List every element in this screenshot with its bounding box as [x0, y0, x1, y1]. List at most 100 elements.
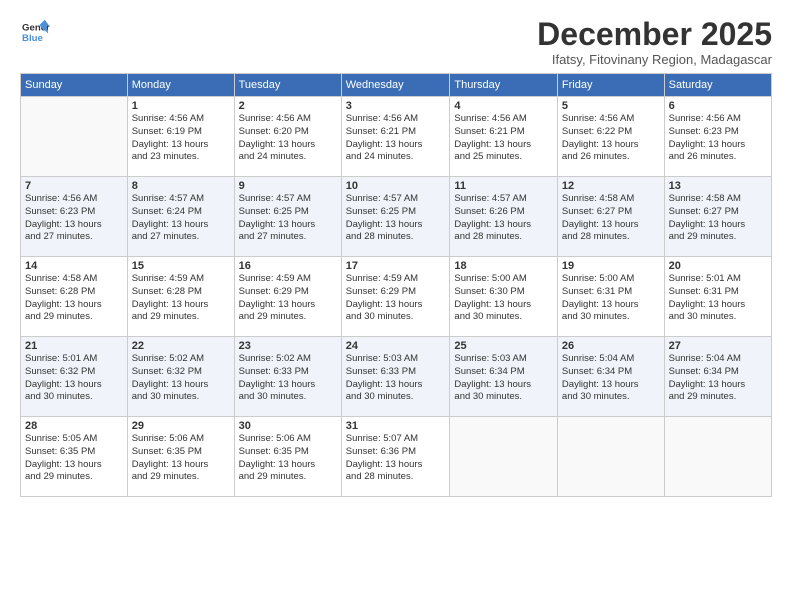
day-number: 28: [25, 420, 123, 432]
day-number: 18: [454, 260, 553, 272]
week-row: 7Sunrise: 4:56 AM Sunset: 6:23 PM Daylig…: [21, 177, 772, 257]
header-row: SundayMondayTuesdayWednesdayThursdayFrid…: [21, 74, 772, 97]
day-info: Sunrise: 5:02 AM Sunset: 6:33 PM Dayligh…: [239, 353, 337, 404]
day-info: Sunrise: 5:05 AM Sunset: 6:35 PM Dayligh…: [25, 433, 123, 484]
day-info: Sunrise: 5:00 AM Sunset: 6:31 PM Dayligh…: [562, 273, 660, 324]
calendar-cell: 6Sunrise: 4:56 AM Sunset: 6:23 PM Daylig…: [664, 97, 771, 177]
day-number: 29: [132, 420, 230, 432]
day-info: Sunrise: 4:56 AM Sunset: 6:23 PM Dayligh…: [25, 193, 123, 244]
day-info: Sunrise: 4:56 AM Sunset: 6:22 PM Dayligh…: [562, 113, 660, 164]
day-info: Sunrise: 5:02 AM Sunset: 6:32 PM Dayligh…: [132, 353, 230, 404]
day-number: 1: [132, 100, 230, 112]
day-info: Sunrise: 5:06 AM Sunset: 6:35 PM Dayligh…: [132, 433, 230, 484]
calendar-cell: [450, 417, 558, 497]
calendar-cell: 18Sunrise: 5:00 AM Sunset: 6:30 PM Dayli…: [450, 257, 558, 337]
day-number: 17: [346, 260, 446, 272]
svg-text:Blue: Blue: [22, 33, 43, 44]
calendar-cell: 19Sunrise: 5:00 AM Sunset: 6:31 PM Dayli…: [557, 257, 664, 337]
location: Ifatsy, Fitovinany Region, Madagascar: [537, 52, 772, 67]
logo: General Blue: [20, 18, 50, 46]
calendar-cell: 15Sunrise: 4:59 AM Sunset: 6:28 PM Dayli…: [127, 257, 234, 337]
calendar-cell: 8Sunrise: 4:57 AM Sunset: 6:24 PM Daylig…: [127, 177, 234, 257]
calendar-cell: 9Sunrise: 4:57 AM Sunset: 6:25 PM Daylig…: [234, 177, 341, 257]
calendar-cell: 22Sunrise: 5:02 AM Sunset: 6:32 PM Dayli…: [127, 337, 234, 417]
day-info: Sunrise: 4:56 AM Sunset: 6:21 PM Dayligh…: [454, 113, 553, 164]
day-number: 6: [669, 100, 767, 112]
day-info: Sunrise: 4:59 AM Sunset: 6:29 PM Dayligh…: [346, 273, 446, 324]
calendar-cell: 31Sunrise: 5:07 AM Sunset: 6:36 PM Dayli…: [341, 417, 450, 497]
week-row: 28Sunrise: 5:05 AM Sunset: 6:35 PM Dayli…: [21, 417, 772, 497]
calendar-cell: 21Sunrise: 5:01 AM Sunset: 6:32 PM Dayli…: [21, 337, 128, 417]
day-info: Sunrise: 4:58 AM Sunset: 6:27 PM Dayligh…: [669, 193, 767, 244]
header: General Blue December 2025 Ifatsy, Fitov…: [20, 18, 772, 67]
day-info: Sunrise: 4:57 AM Sunset: 6:25 PM Dayligh…: [346, 193, 446, 244]
day-number: 14: [25, 260, 123, 272]
calendar-cell: 1Sunrise: 4:56 AM Sunset: 6:19 PM Daylig…: [127, 97, 234, 177]
col-header-monday: Monday: [127, 74, 234, 97]
day-number: 11: [454, 180, 553, 192]
calendar-cell: 4Sunrise: 4:56 AM Sunset: 6:21 PM Daylig…: [450, 97, 558, 177]
col-header-friday: Friday: [557, 74, 664, 97]
col-header-sunday: Sunday: [21, 74, 128, 97]
col-header-thursday: Thursday: [450, 74, 558, 97]
day-info: Sunrise: 4:57 AM Sunset: 6:25 PM Dayligh…: [239, 193, 337, 244]
calendar-cell: 20Sunrise: 5:01 AM Sunset: 6:31 PM Dayli…: [664, 257, 771, 337]
day-number: 9: [239, 180, 337, 192]
day-number: 13: [669, 180, 767, 192]
day-number: 12: [562, 180, 660, 192]
col-header-tuesday: Tuesday: [234, 74, 341, 97]
calendar-cell: [664, 417, 771, 497]
calendar-cell: 16Sunrise: 4:59 AM Sunset: 6:29 PM Dayli…: [234, 257, 341, 337]
day-info: Sunrise: 5:01 AM Sunset: 6:32 PM Dayligh…: [25, 353, 123, 404]
day-number: 22: [132, 340, 230, 352]
day-number: 26: [562, 340, 660, 352]
day-info: Sunrise: 4:58 AM Sunset: 6:27 PM Dayligh…: [562, 193, 660, 244]
calendar-cell: 24Sunrise: 5:03 AM Sunset: 6:33 PM Dayli…: [341, 337, 450, 417]
day-info: Sunrise: 4:58 AM Sunset: 6:28 PM Dayligh…: [25, 273, 123, 324]
week-row: 1Sunrise: 4:56 AM Sunset: 6:19 PM Daylig…: [21, 97, 772, 177]
day-number: 25: [454, 340, 553, 352]
calendar-cell: 14Sunrise: 4:58 AM Sunset: 6:28 PM Dayli…: [21, 257, 128, 337]
day-number: 24: [346, 340, 446, 352]
day-info: Sunrise: 4:56 AM Sunset: 6:21 PM Dayligh…: [346, 113, 446, 164]
day-info: Sunrise: 4:59 AM Sunset: 6:29 PM Dayligh…: [239, 273, 337, 324]
calendar-cell: 26Sunrise: 5:04 AM Sunset: 6:34 PM Dayli…: [557, 337, 664, 417]
day-number: 20: [669, 260, 767, 272]
calendar: SundayMondayTuesdayWednesdayThursdayFrid…: [20, 73, 772, 497]
day-number: 31: [346, 420, 446, 432]
calendar-cell: 2Sunrise: 4:56 AM Sunset: 6:20 PM Daylig…: [234, 97, 341, 177]
day-info: Sunrise: 4:56 AM Sunset: 6:20 PM Dayligh…: [239, 113, 337, 164]
week-row: 21Sunrise: 5:01 AM Sunset: 6:32 PM Dayli…: [21, 337, 772, 417]
day-number: 8: [132, 180, 230, 192]
day-info: Sunrise: 4:59 AM Sunset: 6:28 PM Dayligh…: [132, 273, 230, 324]
day-number: 19: [562, 260, 660, 272]
day-number: 15: [132, 260, 230, 272]
calendar-cell: 13Sunrise: 4:58 AM Sunset: 6:27 PM Dayli…: [664, 177, 771, 257]
day-number: 30: [239, 420, 337, 432]
day-number: 21: [25, 340, 123, 352]
day-info: Sunrise: 5:01 AM Sunset: 6:31 PM Dayligh…: [669, 273, 767, 324]
page: General Blue December 2025 Ifatsy, Fitov…: [0, 0, 792, 612]
day-info: Sunrise: 5:04 AM Sunset: 6:34 PM Dayligh…: [562, 353, 660, 404]
day-number: 3: [346, 100, 446, 112]
month-title: December 2025: [537, 18, 772, 50]
calendar-cell: 25Sunrise: 5:03 AM Sunset: 6:34 PM Dayli…: [450, 337, 558, 417]
calendar-cell: 11Sunrise: 4:57 AM Sunset: 6:26 PM Dayli…: [450, 177, 558, 257]
week-row: 14Sunrise: 4:58 AM Sunset: 6:28 PM Dayli…: [21, 257, 772, 337]
day-number: 4: [454, 100, 553, 112]
col-header-saturday: Saturday: [664, 74, 771, 97]
calendar-cell: 17Sunrise: 4:59 AM Sunset: 6:29 PM Dayli…: [341, 257, 450, 337]
calendar-cell: 5Sunrise: 4:56 AM Sunset: 6:22 PM Daylig…: [557, 97, 664, 177]
calendar-cell: [557, 417, 664, 497]
day-info: Sunrise: 5:00 AM Sunset: 6:30 PM Dayligh…: [454, 273, 553, 324]
calendar-cell: 27Sunrise: 5:04 AM Sunset: 6:34 PM Dayli…: [664, 337, 771, 417]
calendar-cell: 3Sunrise: 4:56 AM Sunset: 6:21 PM Daylig…: [341, 97, 450, 177]
day-info: Sunrise: 5:06 AM Sunset: 6:35 PM Dayligh…: [239, 433, 337, 484]
day-number: 10: [346, 180, 446, 192]
day-number: 5: [562, 100, 660, 112]
day-info: Sunrise: 5:03 AM Sunset: 6:34 PM Dayligh…: [454, 353, 553, 404]
day-info: Sunrise: 5:04 AM Sunset: 6:34 PM Dayligh…: [669, 353, 767, 404]
calendar-cell: 7Sunrise: 4:56 AM Sunset: 6:23 PM Daylig…: [21, 177, 128, 257]
calendar-cell: 10Sunrise: 4:57 AM Sunset: 6:25 PM Dayli…: [341, 177, 450, 257]
calendar-cell: 12Sunrise: 4:58 AM Sunset: 6:27 PM Dayli…: [557, 177, 664, 257]
